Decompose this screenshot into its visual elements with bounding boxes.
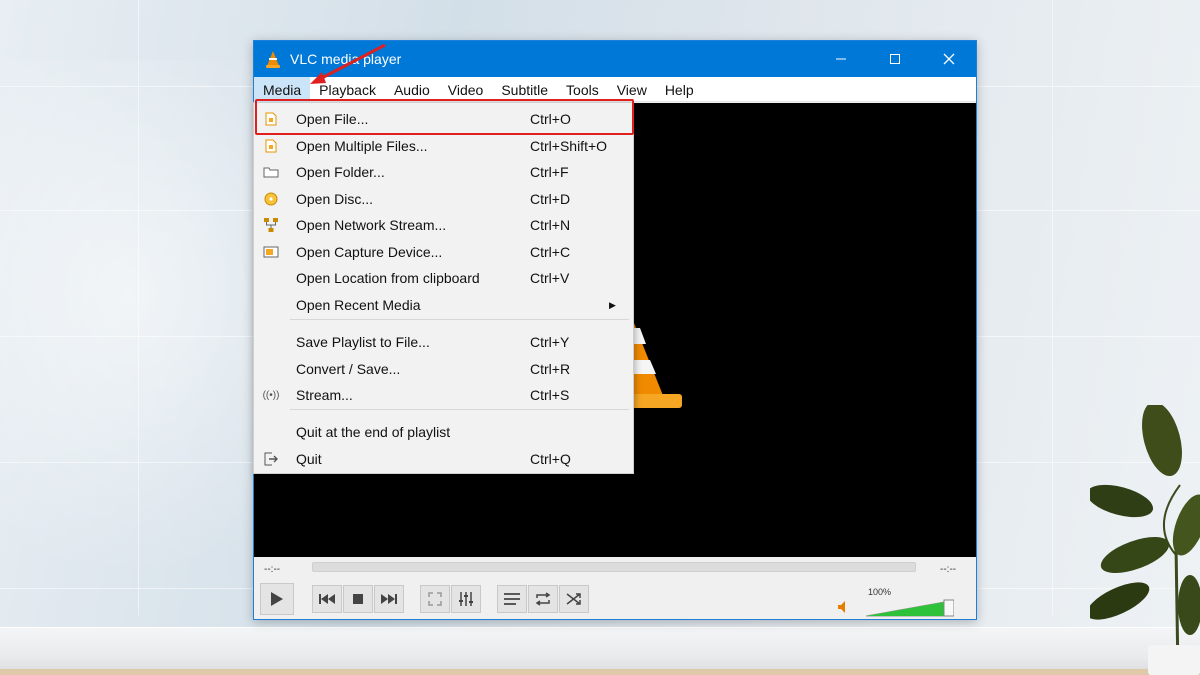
menu-item-shortcut: Ctrl+D (530, 191, 571, 207)
disc-icon (262, 190, 280, 208)
menu-item-open-folder[interactable]: Open Folder... Ctrl+F (254, 159, 633, 185)
menu-item-label: Quit at the end of playlist (296, 424, 451, 440)
menu-item-label: Open Capture Device... (296, 244, 443, 260)
close-button[interactable] (922, 41, 976, 77)
menu-item-shortcut: Ctrl+F (530, 164, 569, 180)
menu-tools[interactable]: Tools (557, 77, 608, 102)
menu-item-label: Open Location from clipboard (296, 270, 480, 286)
folder-icon (262, 163, 280, 181)
extended-settings-button[interactable] (451, 585, 481, 613)
play-button[interactable] (260, 583, 294, 615)
next-button[interactable] (374, 585, 404, 613)
menu-item-shortcut: Ctrl+C (530, 244, 571, 260)
menu-item-shortcut: Ctrl+N (530, 217, 571, 233)
fullscreen-button[interactable] (420, 585, 450, 613)
menu-view[interactable]: View (608, 77, 656, 102)
menu-item-shortcut: Ctrl+Y (530, 334, 570, 350)
menu-separator (290, 409, 629, 410)
menu-playback[interactable]: Playback (310, 77, 385, 102)
menu-item-open-disc[interactable]: Open Disc... Ctrl+D (254, 186, 633, 212)
minimize-icon (836, 58, 846, 60)
next-icon (381, 594, 397, 604)
playlist-icon (504, 593, 520, 605)
menu-item-label: Open Recent Media (296, 297, 421, 313)
quit-icon (262, 450, 280, 468)
close-icon (943, 53, 955, 65)
minimize-button[interactable] (814, 41, 868, 77)
menu-item-quit-at-the-end-of-playlist[interactable]: Quit at the end of playlist (254, 419, 633, 445)
speaker-icon[interactable] (838, 601, 848, 616)
menu-item-open-network-stream[interactable]: Open Network Stream... Ctrl+N (254, 212, 633, 238)
remaining-time: --:-- (940, 564, 957, 575)
stream-icon: ((•)) (262, 389, 280, 401)
equalizer-icon (459, 592, 473, 606)
menu-item-label: Convert / Save... (296, 361, 401, 377)
menu-item-open-location-from-clipboard[interactable]: Open Location from clipboard Ctrl+V (254, 265, 633, 291)
vlc-cone-icon (262, 48, 284, 70)
menu-item-label: Open Disc... (296, 191, 374, 207)
menu-item-open-capture-device[interactable]: Open Capture Device... Ctrl+C (254, 239, 633, 265)
submenu-arrow-icon: ▶ (609, 299, 616, 310)
media-menu-dropdown: Open File... Ctrl+O Open Multiple Files...… (253, 102, 634, 474)
elapsed-time: --:-- (264, 564, 281, 575)
capture-icon (262, 243, 280, 261)
playback-controls: --:-- --:-- 100% (254, 557, 976, 619)
previous-icon (319, 594, 335, 604)
network-icon (262, 216, 280, 234)
window-title: VLC media player (290, 51, 402, 67)
menu-item-quit[interactable]: Quit Ctrl+Q (254, 446, 633, 472)
play-icon (271, 592, 283, 606)
seek-bar[interactable] (312, 562, 916, 572)
plant-decoration (1090, 405, 1200, 675)
maximize-icon (890, 54, 900, 64)
menu-subtitle[interactable]: Subtitle (492, 77, 557, 102)
menu-media[interactable]: Media (254, 76, 311, 102)
loop-icon (535, 592, 551, 606)
menu-separator (290, 319, 629, 320)
shuffle-button[interactable] (559, 585, 589, 613)
menu-item-label: Open Folder... (296, 164, 385, 180)
volume-slider[interactable] (866, 591, 954, 617)
menu-item-shortcut: Ctrl+Shift+O (530, 138, 608, 154)
previous-button[interactable] (312, 585, 342, 613)
stop-icon (353, 594, 363, 604)
menu-item-label: Open Multiple Files... (296, 138, 428, 154)
highlight-box (255, 99, 634, 135)
stop-button[interactable] (343, 585, 373, 613)
menu-item-shortcut: Ctrl+V (530, 270, 570, 286)
menu-item-shortcut: Ctrl+Q (530, 451, 571, 467)
shuffle-icon (566, 593, 581, 605)
loop-button[interactable] (528, 585, 558, 613)
menu-item-convert-save[interactable]: Convert / Save... Ctrl+R (254, 356, 633, 382)
menu-help[interactable]: Help (656, 77, 703, 102)
menu-item-label: Save Playlist to File... (296, 334, 430, 350)
fullscreen-icon (428, 592, 442, 606)
menu-item-shortcut: Ctrl+S (530, 387, 570, 403)
menu-item-open-recent-media[interactable]: Open Recent Media ▶ (254, 292, 633, 318)
files-icon (262, 137, 280, 155)
menu-item-label: Quit (296, 451, 322, 467)
menu-item-open-multiple-files[interactable]: Open Multiple Files... Ctrl+Shift+O (254, 133, 633, 159)
menu-item-shortcut: Ctrl+R (530, 361, 571, 377)
playlist-button[interactable] (497, 585, 527, 613)
menu-audio[interactable]: Audio (385, 77, 439, 102)
menu-item-label: Open Network Stream... (296, 217, 447, 233)
shelf (0, 627, 1200, 675)
menu-video[interactable]: Video (439, 77, 493, 102)
menu-item-save-playlist-to-file[interactable]: Save Playlist to File... Ctrl+Y (254, 329, 633, 355)
maximize-button[interactable] (868, 41, 922, 77)
title-bar[interactable]: VLC media player (254, 41, 976, 77)
menu-item-label: Stream... (296, 387, 353, 403)
menu-item-stream[interactable]: ((•)) Stream... Ctrl+S (254, 382, 633, 408)
